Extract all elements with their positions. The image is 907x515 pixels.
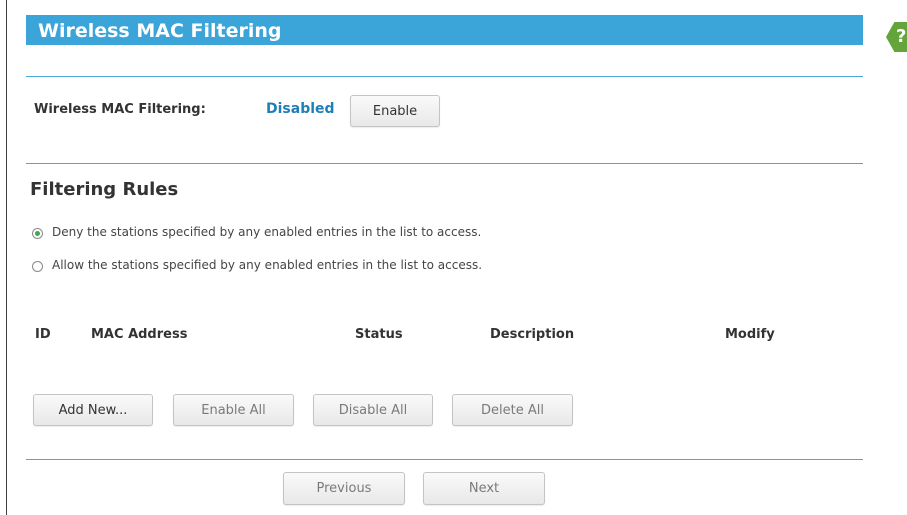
allow-radio-label: Allow the stations specified by any enab… <box>52 258 483 272</box>
allow-radio[interactable] <box>32 261 43 272</box>
deny-radio-label: Deny the stations specified by any enabl… <box>52 225 482 239</box>
enable-filtering-button[interactable]: Enable <box>350 95 440 127</box>
previous-button[interactable]: Previous <box>283 472 405 505</box>
filtering-status-label: Wireless MAC Filtering: <box>34 102 206 117</box>
column-header-description: Description <box>490 327 575 342</box>
deny-radio[interactable] <box>32 228 43 239</box>
help-icon[interactable]: ? <box>886 22 907 52</box>
page-title: Wireless MAC Filtering <box>38 20 282 42</box>
disable-all-button[interactable]: Disable All <box>313 394 433 426</box>
filtering-rules-heading: Filtering Rules <box>30 179 179 200</box>
divider-top <box>26 76 863 77</box>
column-header-status: Status <box>355 327 403 342</box>
divider-middle <box>26 163 863 164</box>
column-header-modify: Modify <box>725 327 775 342</box>
filtering-status-value: Disabled <box>266 101 335 117</box>
column-header-id: ID <box>35 327 51 342</box>
column-header-mac-address: MAC Address <box>91 327 188 342</box>
panel-left-border <box>6 0 7 515</box>
divider-bottom <box>26 459 863 460</box>
next-button[interactable]: Next <box>423 472 545 505</box>
delete-all-button[interactable]: Delete All <box>452 394 573 426</box>
add-new-button[interactable]: Add New... <box>33 394 153 426</box>
enable-all-button[interactable]: Enable All <box>173 394 294 426</box>
